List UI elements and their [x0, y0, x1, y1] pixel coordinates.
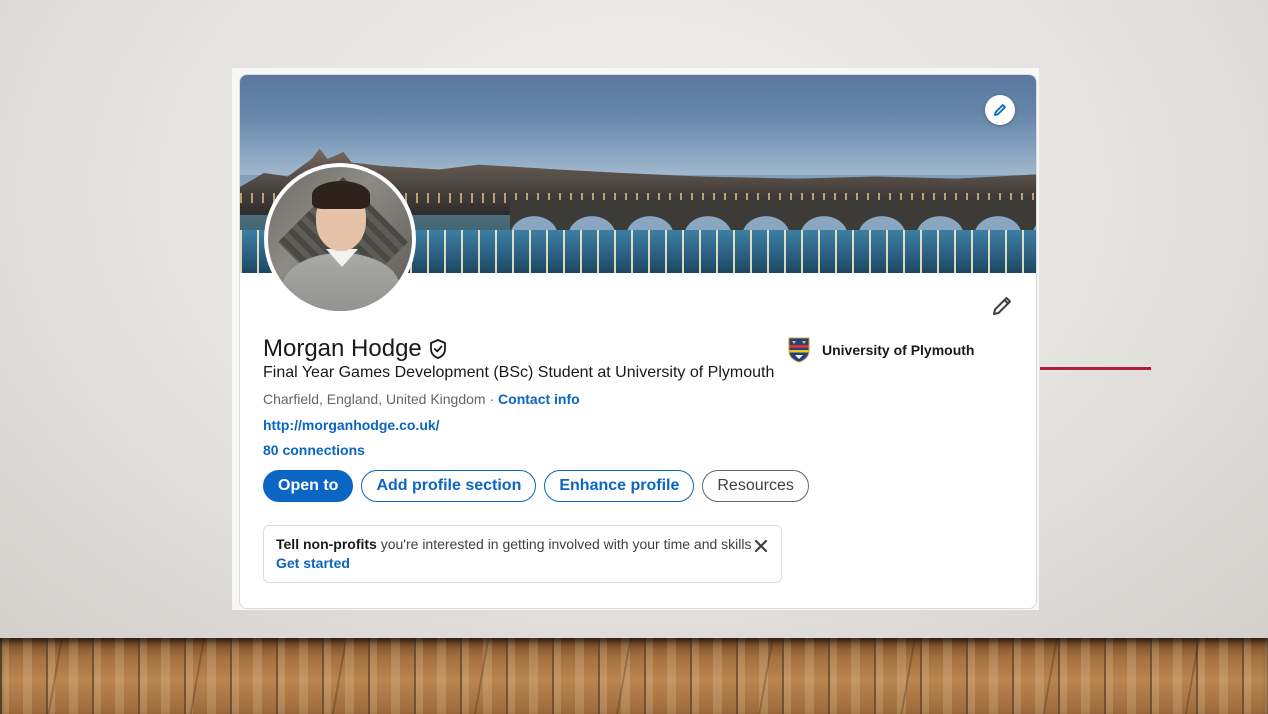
get-started-link[interactable]: Get started [276, 555, 769, 571]
connections-link[interactable]: 80 connections [263, 442, 365, 458]
nonprofit-notice: Tell non-profits you're interested in ge… [263, 525, 782, 583]
profile-photo[interactable] [264, 163, 416, 315]
location-row: Charfield, England, United Kingdom · Con… [263, 391, 580, 407]
wood-floor [0, 638, 1268, 714]
name-row: Morgan Hodge [263, 335, 448, 363]
school-name: University of Plymouth [822, 342, 975, 358]
edit-intro-button[interactable] [990, 294, 1014, 318]
accent-line [1040, 367, 1151, 370]
notice-text: Tell non-profits you're interested in ge… [276, 536, 769, 552]
open-to-button[interactable]: Open to [263, 470, 354, 502]
profile-headline: Final Year Games Development (BSc) Stude… [263, 364, 775, 381]
profile-name: Morgan Hodge [263, 335, 422, 362]
profile-card: Morgan Hodge Final Year Games Developmen… [239, 74, 1037, 609]
notice-bold-text: Tell non-profits [276, 536, 377, 552]
website-link[interactable]: http://morganhodge.co.uk/ [263, 417, 440, 433]
education-item[interactable]: University of Plymouth [788, 337, 974, 363]
notice-body-text: you're interested in getting involved wi… [376, 536, 752, 552]
contact-info-link[interactable]: Contact info [498, 391, 580, 407]
enhance-profile-button[interactable]: Enhance profile [544, 470, 695, 502]
edit-banner-button[interactable] [985, 95, 1015, 125]
add-profile-section-button[interactable]: Add profile section [361, 470, 537, 502]
profile-actions: Open to Add profile section Enhance prof… [263, 470, 809, 502]
pencil-icon [994, 104, 1006, 116]
university-crest-icon [788, 337, 810, 363]
separator: · [485, 391, 499, 407]
shield-check-icon[interactable] [428, 338, 448, 360]
resources-button[interactable]: Resources [702, 470, 809, 502]
pencil-icon [993, 297, 1011, 315]
close-icon[interactable] [753, 538, 769, 554]
profile-location: Charfield, England, United Kingdom [263, 391, 486, 407]
